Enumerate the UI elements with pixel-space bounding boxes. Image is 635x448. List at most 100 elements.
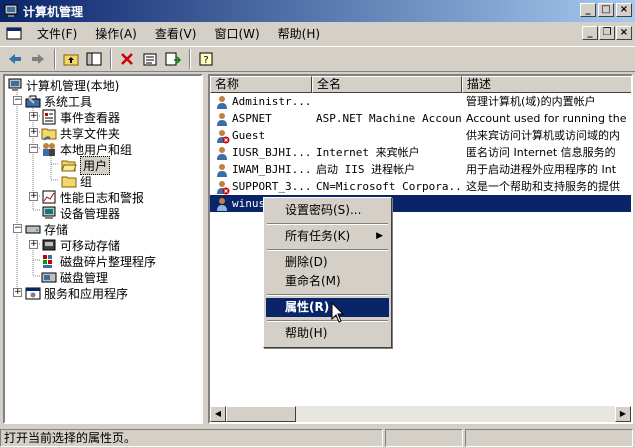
user-fullname xyxy=(316,93,462,110)
toolbar-separator xyxy=(54,49,56,69)
user-icon xyxy=(217,197,227,211)
export-list-button[interactable] xyxy=(162,48,184,70)
tree-label: 磁盘碎片整理程序 xyxy=(60,254,157,269)
list-item[interactable]: IUSR_BJHI... Internet 来宾帐户 匿名访问 Internet… xyxy=(210,144,631,161)
tree-item-system-tools[interactable]: 系统工具 xyxy=(25,93,92,109)
scroll-thumb[interactable] xyxy=(226,406,296,422)
menu-item-delete[interactable]: 删除(D) xyxy=(266,253,389,272)
help-button[interactable]: ? xyxy=(195,48,217,70)
menu-separator xyxy=(267,223,388,225)
child-close-button[interactable]: × xyxy=(616,26,632,40)
tree-label: 服务和应用程序 xyxy=(44,286,129,301)
storage-icon xyxy=(25,225,41,234)
removable-storage-icon xyxy=(42,239,56,251)
menu-item-help[interactable]: 帮助(H) xyxy=(266,324,389,343)
menu-separator xyxy=(267,249,388,251)
status-bar: 打开当前选择的属性页。 xyxy=(0,428,635,448)
up-button[interactable] xyxy=(60,48,82,70)
collapse-toggle[interactable]: − xyxy=(13,224,22,233)
expand-toggle[interactable]: + xyxy=(13,288,22,297)
menu-item-rename[interactable]: 重命名(M) xyxy=(266,272,389,291)
menu-item-all-tasks[interactable]: 所有任务(K) ▶ xyxy=(266,227,389,246)
document-window-icon[interactable] xyxy=(6,26,22,42)
tree-item-removable-storage[interactable]: 可移动存储 xyxy=(41,237,120,253)
users-group-icon xyxy=(43,143,55,156)
show-hide-tree-button[interactable] xyxy=(83,48,105,70)
collapse-toggle[interactable]: − xyxy=(29,144,38,153)
menu-file[interactable]: 文件(F) xyxy=(28,24,86,44)
tree-label: 可移动存储 xyxy=(60,238,121,253)
user-description: 这是一个帮助和支持服务的提供 xyxy=(466,180,620,193)
tree-item-groups[interactable]: 组 xyxy=(61,173,92,189)
tree-item-defrag[interactable]: 磁盘碎片整理程序 xyxy=(41,253,156,269)
defrag-icon xyxy=(43,255,52,268)
horizontal-scrollbar[interactable]: ◀ ▶ xyxy=(210,406,631,422)
expand-toggle[interactable]: + xyxy=(29,128,38,137)
user-description: Account used for running the xyxy=(466,112,627,125)
performance-logs-icon xyxy=(42,190,56,204)
tree-label: 事件查看器 xyxy=(60,110,121,125)
list-item[interactable]: SUPPORT_3... CN=Microsoft Corpora... 这是一… xyxy=(210,178,631,195)
scroll-left-button[interactable]: ◀ xyxy=(210,406,226,422)
column-header-fullname[interactable]: 全名 xyxy=(312,76,462,93)
tree-item-users[interactable]: 用户 xyxy=(61,155,111,175)
menu-item-label: 所有任务(K) xyxy=(285,229,351,243)
user-description xyxy=(466,195,631,212)
delete-icon xyxy=(121,53,133,65)
user-name: IUSR_BJHI... xyxy=(232,146,312,159)
context-menu: 设置密码(S)... 所有任务(K) ▶ 删除(D) 重命名(M) 属性(R) … xyxy=(263,197,392,348)
submenu-arrow-icon: ▶ xyxy=(376,231,383,241)
user-icon xyxy=(217,112,227,126)
tree-item-disk-management[interactable]: 磁盘管理 xyxy=(41,269,108,285)
column-header-description[interactable]: 描述 xyxy=(462,76,631,93)
list-item[interactable]: ASPNET ASP.NET Machine Account Account u… xyxy=(210,110,631,127)
tree-item-shared-folders[interactable]: 共享文件夹 xyxy=(41,125,120,141)
column-header-name[interactable]: 名称 xyxy=(210,76,312,93)
list-item[interactable]: Guest 供来宾访问计算机或访问域的内 xyxy=(210,127,631,144)
menu-window[interactable]: 窗口(W) xyxy=(205,24,268,44)
list-item[interactable]: Administr... 管理计算机(域)的内置帐户 xyxy=(210,93,631,110)
menu-separator xyxy=(267,294,388,296)
user-fullname: CN=Microsoft Corpora... xyxy=(316,180,462,193)
window-title: 计算机管理 xyxy=(23,4,84,19)
status-text: 打开当前选择的属性页。 xyxy=(0,429,383,447)
menu-help[interactable]: 帮助(H) xyxy=(269,24,329,44)
child-minimize-button[interactable]: _ xyxy=(582,26,598,40)
list-item[interactable]: IWAM_BJHI... 启动 IIS 进程帐户 用于启动进程外应用程序的 In… xyxy=(210,161,631,178)
tree-label: 性能日志和警报 xyxy=(60,190,145,205)
back-button[interactable] xyxy=(4,48,26,70)
event-viewer-icon xyxy=(42,109,56,125)
close-button[interactable]: × xyxy=(616,3,632,17)
folder-open-icon xyxy=(61,160,77,172)
expand-toggle[interactable]: + xyxy=(29,240,38,249)
menu-view[interactable]: 查看(V) xyxy=(146,24,206,44)
tree-item-root[interactable]: 计算机管理(本地) xyxy=(7,77,119,93)
tree-item-device-manager[interactable]: 设备管理器 xyxy=(41,205,120,221)
tree-label: 计算机管理(本地) xyxy=(26,78,120,93)
user-name: Administr... xyxy=(232,95,312,108)
forward-button[interactable] xyxy=(27,48,49,70)
delete-button[interactable] xyxy=(116,48,138,70)
properties-button[interactable] xyxy=(139,48,161,70)
status-panel xyxy=(465,429,633,447)
menu-item-set-password[interactable]: 设置密码(S)... xyxy=(266,201,389,220)
child-restore-button[interactable]: ❐ xyxy=(599,26,615,40)
toolbox-icon xyxy=(25,95,41,108)
scroll-right-button[interactable]: ▶ xyxy=(615,406,631,422)
user-fullname: ASP.NET Machine Account xyxy=(316,112,462,125)
expand-toggle[interactable]: + xyxy=(29,192,38,201)
expand-toggle[interactable]: + xyxy=(29,112,38,121)
console-tree[interactable]: 计算机管理(本地) − 系统工具 + 事件查看器 + 共享文件夹 − 本地用户和… xyxy=(3,74,203,424)
tree-item-event-viewer[interactable]: 事件查看器 xyxy=(41,109,120,125)
tree-item-services-apps[interactable]: 服务和应用程序 xyxy=(25,285,128,301)
menu-action[interactable]: 操作(A) xyxy=(86,24,146,44)
tree-item-storage[interactable]: 存储 xyxy=(25,221,68,237)
menu-item-properties[interactable]: 属性(R) xyxy=(266,298,389,317)
toolbar: ? xyxy=(0,46,635,72)
computer-management-icon xyxy=(4,4,18,17)
tree-item-perf-logs[interactable]: 性能日志和警报 xyxy=(41,189,144,205)
minimize-button[interactable]: _ xyxy=(580,3,596,17)
maximize-button[interactable]: □ xyxy=(598,3,614,17)
title-bar[interactable]: 计算机管理 _ □ × xyxy=(0,0,635,22)
collapse-toggle[interactable]: − xyxy=(13,96,22,105)
